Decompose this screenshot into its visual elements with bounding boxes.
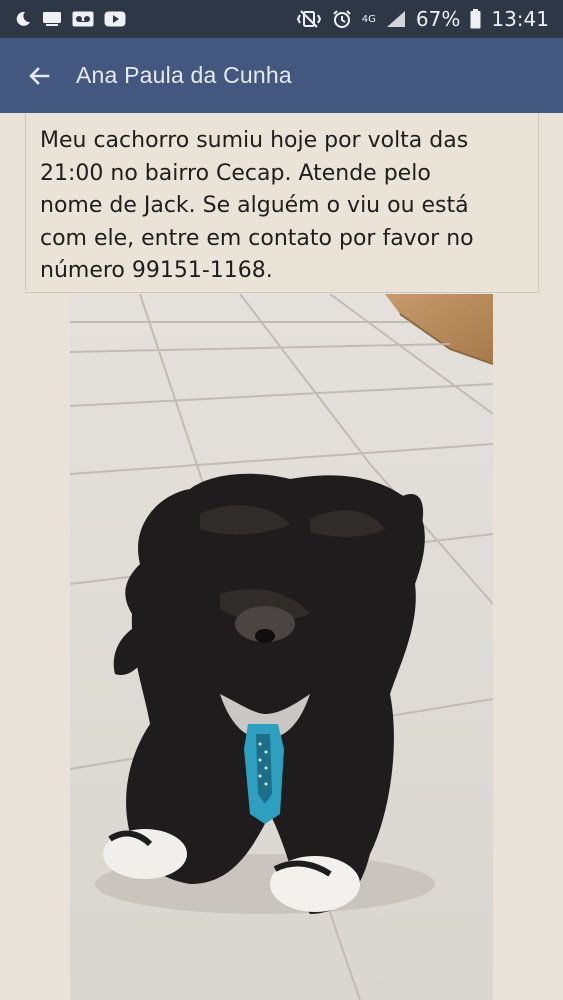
moon-icon — [14, 10, 32, 28]
keyboard-icon — [42, 11, 62, 27]
battery-icon — [470, 9, 481, 29]
post-text-line: número 99151-1168. — [40, 258, 273, 283]
signal-icon — [386, 10, 406, 28]
app-bar: Ana Paula da Cunha — [0, 38, 563, 113]
network-type: 4G — [361, 13, 376, 25]
status-bar-right: 4G 67% 13:41 — [296, 7, 549, 31]
post-text-line: Meu cachorro sumiu hoje por volta das — [40, 128, 469, 153]
alarm-icon — [332, 9, 352, 29]
page-title: Ana Paula da Cunha — [76, 62, 292, 88]
post-text-line: nome de Jack. Se alguém o viu ou está — [40, 193, 469, 218]
status-bar: 4G 67% 13:41 — [0, 0, 563, 38]
post-text-line: com ele, entre em contato por favor no — [40, 225, 474, 251]
status-bar-left — [14, 10, 126, 28]
post-photo[interactable] — [70, 294, 493, 1000]
arrow-left-icon — [29, 66, 50, 85]
back-button[interactable] — [22, 59, 56, 93]
battery-percent: 67% — [415, 7, 461, 31]
post-text-line: 21:00 no bairro Cecap. Atende pelo — [40, 160, 431, 186]
mute-vibrate-icon — [296, 10, 322, 28]
clock: 13:41 — [491, 7, 549, 31]
dog-photo-image — [70, 294, 493, 1000]
play-icon — [104, 11, 126, 27]
post-text: Meu cachorro sumiu hoje por volta das 21… — [40, 125, 524, 288]
post-card: Meu cachorro sumiu hoje por volta das 21… — [25, 113, 539, 293]
voicemail-icon — [72, 11, 94, 27]
